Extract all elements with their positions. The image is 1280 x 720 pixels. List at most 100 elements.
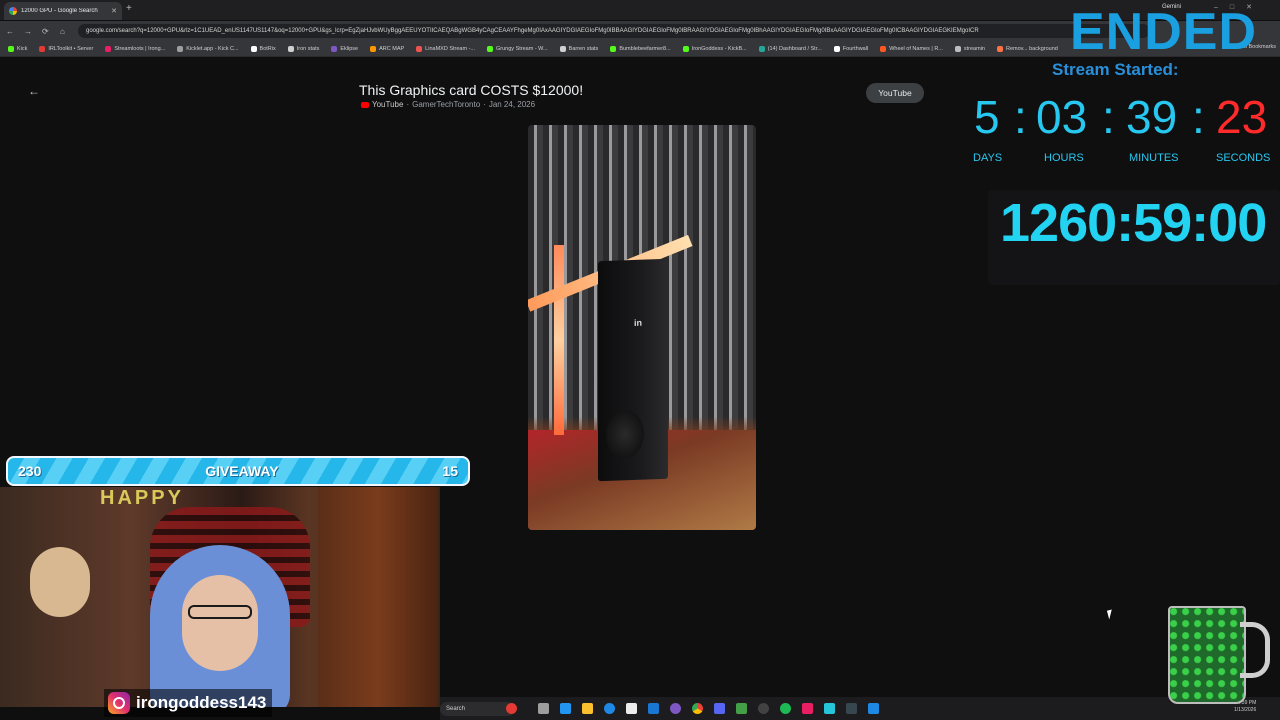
close-tab-icon[interactable]: ✕ — [111, 7, 117, 15]
bookmark-label: IronGoddess - KickB... — [691, 45, 747, 52]
spotify-icon[interactable] — [780, 703, 791, 714]
bookmark-item[interactable]: Wheel of Names | R... — [880, 45, 943, 52]
bookmark-item[interactable]: Grungy Stream - W... — [487, 45, 548, 52]
bookmark-favicon-icon — [105, 45, 112, 52]
cam-door — [318, 487, 438, 707]
bookmark-favicon-icon — [559, 45, 566, 52]
ended-banner: ENDED — [1070, 3, 1258, 61]
countdown-hours: 03 — [1036, 91, 1088, 143]
bookmark-item[interactable]: ARC MAP — [370, 45, 404, 52]
meta-separator: · — [406, 100, 410, 109]
task-view-icon[interactable] — [538, 703, 549, 714]
steam-icon[interactable] — [846, 703, 857, 714]
bookmark-favicon-icon — [331, 45, 338, 52]
video-date: Jan 24, 2026 — [488, 100, 536, 109]
bookmark-label: Eklipse — [340, 45, 359, 52]
bookmark-item[interactable]: Remov... background — [996, 45, 1058, 52]
google-favicon-icon — [9, 7, 17, 15]
obs-icon[interactable] — [670, 703, 681, 714]
arrow-left-icon[interactable]: ← — [28, 84, 40, 98]
browser-tab[interactable]: 12000 GPU - Google Search ✕ — [4, 2, 122, 20]
app-icon[interactable] — [758, 703, 769, 714]
url-input[interactable]: google.com/search?q=12000+GPU&rlz=1C1UEA… — [78, 24, 1150, 38]
bookmark-item[interactable]: Iron stats — [287, 45, 320, 52]
stream-started-label: Stream Started: — [1052, 60, 1179, 79]
back-nav-icon[interactable]: ← — [6, 27, 14, 36]
app2-icon[interactable] — [868, 703, 879, 714]
countdown-seconds: 23 — [1216, 91, 1268, 143]
taskbar-search[interactable]: Search — [440, 702, 515, 716]
countdown-days: 5 — [974, 91, 1000, 143]
giveaway-bar: 230 GIVEAWAY 15 — [6, 456, 470, 486]
webcam-feed: HAPPY — [0, 487, 440, 707]
gpu-fan — [606, 409, 644, 459]
video-light-bar — [554, 245, 564, 435]
reload-icon[interactable]: ⟳ — [42, 27, 50, 36]
bookmark-item[interactable]: BotRix — [250, 45, 276, 52]
home-icon[interactable]: ⌂ — [60, 27, 68, 36]
chrome-icon[interactable] — [692, 703, 703, 714]
video-player[interactable]: in — [528, 125, 756, 530]
bookmark-item[interactable]: Fourthwall — [833, 45, 869, 52]
video-meta: YouTube · GamerTechToronto · Jan 24, 202… — [361, 100, 535, 109]
bookmark-item[interactable]: Kicklet.app - Kick C... — [177, 45, 239, 52]
cam-face — [182, 575, 258, 671]
bookmark-item[interactable]: IRLToolkit • Server — [39, 45, 94, 52]
bookmark-item[interactable]: Barren stats — [559, 45, 598, 52]
bookmark-item[interactable]: streamin — [954, 45, 985, 52]
bookmark-label: Iron stats — [296, 45, 320, 52]
bookmark-item[interactable]: IronGoddess - KickB... — [682, 45, 747, 52]
countdown-days-label: DAYS — [973, 152, 1003, 164]
bookmark-item[interactable]: Bumblebeefarmer8... — [610, 45, 671, 52]
outlook-icon[interactable] — [648, 703, 659, 714]
record-icon[interactable] — [506, 703, 517, 714]
video-channel: GamerTechToronto — [412, 100, 481, 109]
instagram-icon — [108, 692, 130, 714]
bookmark-label: IRLToolkit • Server — [48, 45, 94, 52]
pin-icon[interactable] — [802, 703, 813, 714]
bookmark-item[interactable]: Kick — [8, 45, 27, 52]
cam-plush-toy — [30, 547, 90, 617]
video-source: YouTube — [372, 100, 404, 109]
countdown-minutes-label: MINUTES — [1129, 152, 1179, 164]
countdown-seconds-label: SECONDS — [1216, 152, 1271, 164]
bookmark-favicon-icon — [8, 45, 14, 52]
countdown-sep: : — [1102, 91, 1115, 143]
edge-icon[interactable] — [604, 703, 615, 714]
open-youtube-button[interactable]: YouTube — [866, 83, 924, 103]
bookmark-item[interactable]: (14) Dashboard / Str... — [758, 45, 822, 52]
countdown-sep: : — [1014, 91, 1027, 143]
youtube-icon — [361, 101, 369, 108]
new-tab-icon[interactable]: + — [126, 3, 132, 14]
countdown-sep: : — [1192, 91, 1205, 143]
bookmark-label: streamin — [963, 45, 985, 52]
bookmark-label: (14) Dashboard / Str... — [767, 45, 822, 52]
copilot-icon[interactable] — [560, 703, 571, 714]
countdown: 5 : 03 : 39 : 23 DAYS HOURS MINUTES SECO… — [960, 90, 1280, 164]
bookmark-item[interactable]: Eklipse — [331, 45, 359, 52]
giveaway-right-count: 15 — [442, 463, 458, 479]
discord-icon[interactable] — [714, 703, 725, 714]
bookmark-favicon-icon — [39, 45, 46, 52]
giveaway-label: GIVEAWAY — [205, 463, 279, 479]
bookmark-favicon-icon — [177, 45, 184, 52]
bookmark-favicon-icon — [487, 45, 493, 52]
mug-decoration — [1168, 606, 1246, 704]
bookmark-item[interactable]: Streamloots | Irong... — [105, 45, 165, 52]
bookmark-label: Wheel of Names | R... — [889, 45, 943, 52]
bookmark-label: Fourthwall — [842, 45, 869, 52]
bookmark-favicon-icon — [954, 45, 961, 52]
video-title[interactable]: This Graphics card COSTS $12000! — [359, 82, 583, 98]
xbox-icon[interactable] — [736, 703, 747, 714]
store-icon[interactable] — [626, 703, 637, 714]
giveaway-left-count: 230 — [18, 463, 42, 479]
countdown-hours-label: HOURS — [1044, 152, 1084, 164]
bookmark-favicon-icon — [758, 45, 765, 52]
teams-icon[interactable] — [824, 703, 835, 714]
bookmark-item[interactable]: LinaMXD Stream -... — [416, 45, 475, 52]
bookmark-favicon-icon — [287, 45, 294, 52]
forward-nav-icon[interactable]: → — [24, 27, 32, 36]
bookmark-favicon-icon — [416, 45, 423, 52]
file-explorer-icon[interactable] — [582, 703, 593, 714]
bookmark-label: BotRix — [259, 45, 276, 52]
